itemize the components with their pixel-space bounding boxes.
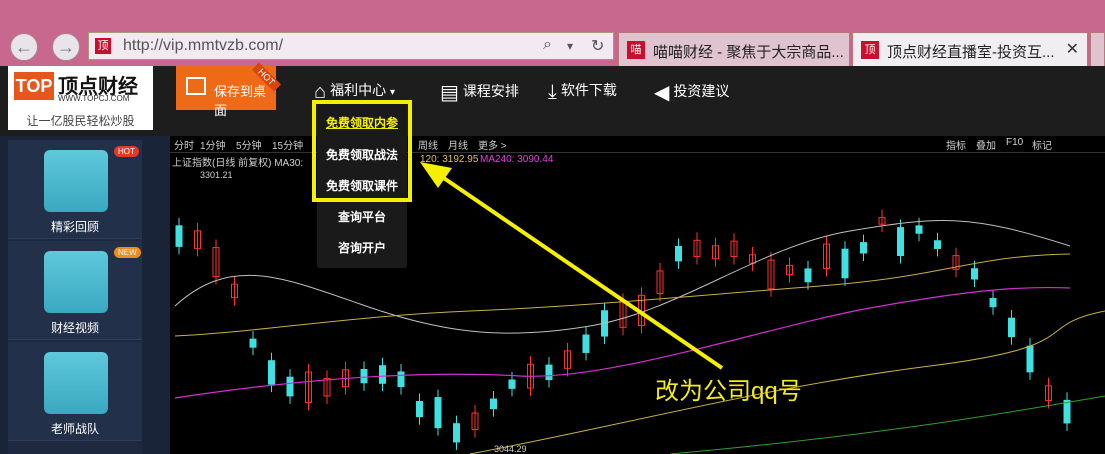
annotation-highlight-box (312, 100, 412, 202)
candlestick-plot: 3301.21 3044.29 (174, 170, 1105, 454)
vinyl-record-icon (44, 251, 108, 313)
tab-topcj[interactable]: 顶 顶点财经直播室-投资互... ✕ (852, 32, 1088, 66)
candle-body (804, 268, 812, 283)
download-icon: ⤓ (548, 81, 557, 103)
high-label: 3301.21 (200, 170, 233, 180)
tab-title: 顶点财经直播室-投资互... (887, 44, 1055, 61)
sidebar-item-finance-video[interactable]: NEW 财经视频 (8, 241, 142, 340)
new-badge: NEW (114, 247, 141, 258)
menu-item-query-platform[interactable]: 查询平台 (317, 208, 407, 225)
url-text[interactable]: http://vip.mmtvzb.com/ (123, 37, 283, 55)
site-logo[interactable]: TOP 顶点财经 WWW.TOPCJ.COM 让一亿股民轻松炒股 (8, 66, 153, 130)
candle-body (675, 245, 682, 262)
candle-body (360, 368, 368, 384)
tab-miaomiao[interactable]: 喵 喵喵财经 - 聚焦于大宗商品... (618, 32, 850, 66)
logo-site: WWW.TOPCJ.COM (58, 94, 130, 103)
site-favicon-icon: 顶 (95, 38, 111, 54)
search-icon[interactable]: ⌕ (543, 36, 552, 54)
sidebar-item-teacher-team[interactable]: 老师战队 (8, 342, 142, 441)
candle-body (934, 240, 941, 249)
low-label: 3044.29 (494, 444, 527, 454)
tab-favicon-icon: 顶 (861, 41, 879, 59)
candle-body (508, 379, 516, 389)
nav-software-download[interactable]: ⤓ 软件下载 (548, 80, 617, 104)
candle-body (915, 225, 923, 234)
candle-body (860, 242, 867, 254)
forward-arrow-icon: → (57, 37, 75, 57)
candle-body (434, 397, 442, 429)
logo-mark: TOP (14, 72, 54, 100)
save-to-desktop-button[interactable]: 保存到桌面 HOT (176, 62, 281, 118)
candle-body (897, 227, 904, 257)
speaker-icon: ◀ (654, 82, 670, 104)
address-bar[interactable]: 顶 http://vip.mmtvzb.com/ ⌕ ▾ ↻ (88, 32, 614, 60)
candle-body (286, 376, 294, 397)
person-icon (44, 352, 108, 414)
candle-body (490, 398, 497, 410)
back-button[interactable]: ← (10, 33, 38, 61)
candle-body (1063, 399, 1071, 424)
nav-course-schedule[interactable]: ▤ 课程安排 (440, 80, 519, 105)
candle-body (268, 360, 275, 385)
book-icon: ▤ (440, 82, 459, 104)
candle-body (249, 338, 257, 348)
candle-body (582, 334, 590, 353)
annotation-text: 改为公司qq号 (655, 378, 802, 405)
sidebar-item-highlights[interactable]: HOT 精彩回顾 (8, 140, 142, 239)
tab-favicon-icon: 喵 (627, 41, 645, 59)
logo-slogan: 让一亿股民轻松炒股 (26, 114, 135, 128)
close-icon[interactable]: ✕ (1066, 39, 1079, 59)
candle-body (971, 268, 978, 280)
candle-body (1008, 317, 1015, 338)
monitor-icon (186, 77, 206, 95)
candle-body (175, 225, 183, 247)
candle-body (1026, 345, 1034, 373)
caret-down-icon: ▾ (389, 87, 396, 98)
stock-chart[interactable]: 分时 1分钟 5分钟 15分钟 周线 月线 更多 > 指标 叠加 F10 标记 … (170, 136, 1105, 454)
tab-title: 喵喵财经 - 聚焦于大宗商品... (653, 44, 843, 61)
menu-item-open-account[interactable]: 咨询开户 (317, 239, 407, 256)
candle-body (397, 371, 405, 388)
hot-badge: HOT (114, 146, 139, 157)
back-arrow-icon: ← (15, 37, 33, 57)
candle-body (841, 248, 849, 279)
sidebar: HOT 精彩回顾 NEW 财经视频 老师战队 (8, 140, 142, 454)
clapperboard-icon (44, 150, 108, 212)
new-tab[interactable] (1090, 32, 1105, 66)
candle-body (453, 423, 460, 443)
candle-body (379, 365, 386, 384)
candle-body (989, 297, 997, 308)
forward-button[interactable]: → (52, 33, 80, 61)
candle-body (545, 364, 553, 381)
dropdown-icon[interactable]: ▾ (567, 39, 573, 53)
candle-body (416, 400, 423, 418)
nav-investment-advice[interactable]: ◀ 投资建议 (654, 80, 729, 105)
refresh-icon[interactable]: ↻ (591, 36, 604, 56)
